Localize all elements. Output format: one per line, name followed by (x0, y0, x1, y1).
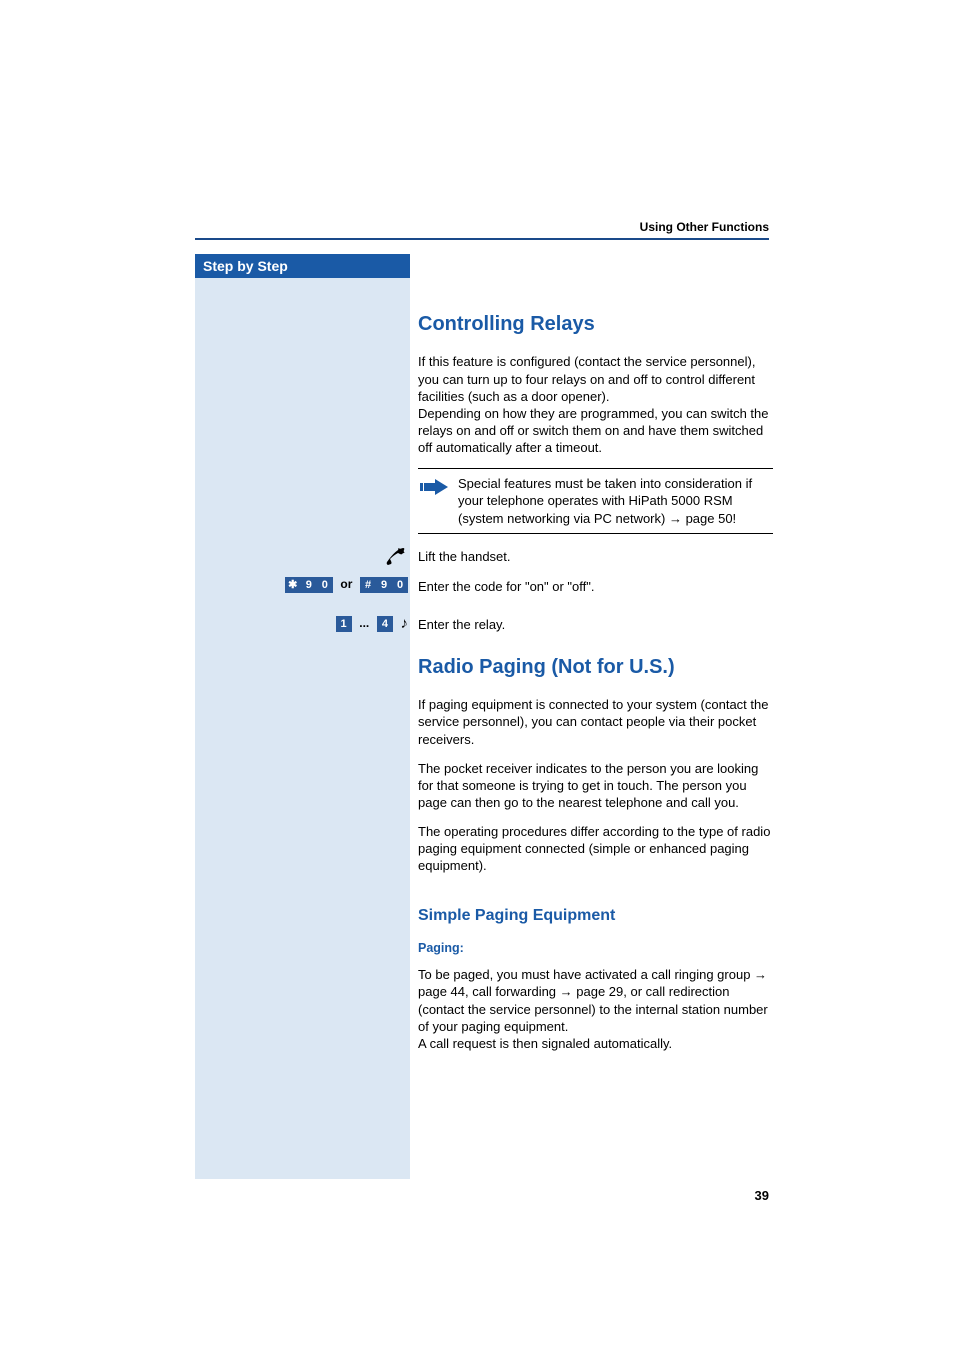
heading-radio-paging: Radio Paging (Not for U.S.) (418, 654, 773, 680)
step-text: Enter the code for "on" or "off". (418, 578, 773, 595)
step-row: Lift the handset. (418, 548, 773, 568)
or-text: or (340, 577, 352, 593)
music-icon: ♪ (401, 614, 409, 634)
key-9: 9 (301, 577, 317, 593)
paragraph: A call request is then signaled automati… (418, 1035, 773, 1052)
key-0: 0 (392, 577, 408, 593)
text: To be paged, you must have activated a c… (418, 967, 754, 982)
key-9: 9 (376, 577, 392, 593)
paragraph: If this feature is configured (contact t… (418, 353, 773, 404)
note-box: Special features must be taken into cons… (418, 468, 773, 533)
step-text: Enter the relay. (418, 616, 773, 633)
page-number: 39 (755, 1188, 769, 1203)
key-hash: # (360, 577, 376, 593)
paragraph: The operating procedures differ accordin… (418, 823, 773, 874)
key-1: 1 (336, 616, 352, 632)
step-keys: 1 ... 4 ♪ (248, 614, 408, 634)
sidebar (195, 254, 410, 1179)
header-section: Using Other Functions (640, 220, 769, 234)
key-4: 4 (377, 616, 393, 632)
step-text: Lift the handset. (418, 548, 773, 565)
key-0: 0 (317, 577, 333, 593)
note-arrow-icon (420, 477, 450, 497)
paragraph: To be paged, you must have activated a c… (418, 966, 773, 1035)
sidebar-title: Step by Step (195, 254, 410, 278)
page-link: → page 29 (560, 984, 624, 999)
key-star: ✱ (285, 577, 301, 593)
page: Using Other Functions Step by Step Contr… (0, 0, 954, 1351)
paragraph: The pocket receiver indicates to the per… (418, 760, 773, 811)
heading-paging: Paging: (418, 940, 773, 957)
heading-simple-paging: Simple Paging Equipment (418, 905, 773, 926)
paragraph: If paging equipment is connected to your… (418, 696, 773, 747)
step-icon (248, 546, 408, 566)
main-content: Controlling Relays If this feature is co… (418, 293, 773, 1064)
step-row: 1 ... 4 ♪ Enter the relay. (418, 616, 773, 636)
step-row: ✱90 or #90 Enter the code for "on" or "o… (418, 578, 773, 598)
handset-icon (384, 546, 408, 566)
note-link: → page 50! (669, 511, 736, 526)
text: , call forwarding (465, 984, 560, 999)
heading-controlling-relays: Controlling Relays (418, 311, 773, 337)
step-keys: ✱90 or #90 (248, 576, 408, 594)
header-rule (195, 238, 769, 240)
paragraph: Depending on how they are programmed, yo… (418, 405, 773, 456)
dots: ... (359, 616, 369, 632)
